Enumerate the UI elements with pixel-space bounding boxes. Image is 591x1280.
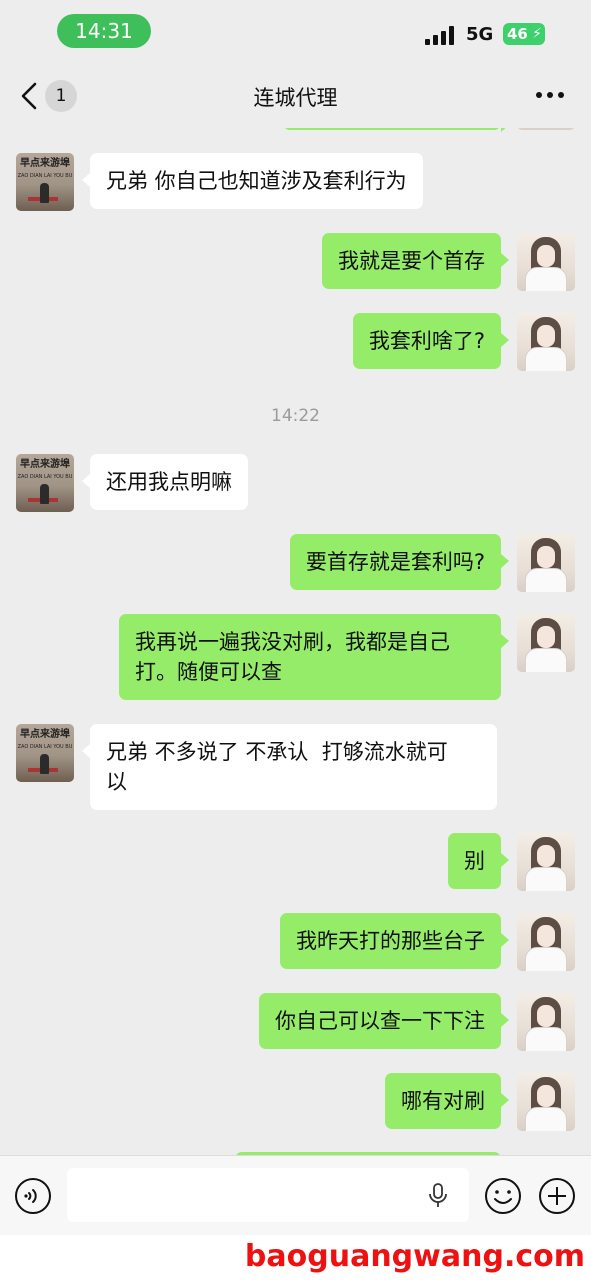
message-bubble[interactable]: 我再说一遍我没对刷，我都是自己 打。随便可以查	[119, 614, 509, 700]
message-bubble[interactable]: 还用我点明嘛	[82, 454, 248, 510]
chat-title: 连城代理	[253, 86, 338, 110]
my-avatar[interactable]	[517, 534, 575, 592]
message-bubble[interactable]: 要首存就是套利吗?	[289, 534, 510, 590]
avatar-sign-subtext: ZAO DIAN LAI YOU BU	[17, 744, 73, 750]
message-input[interactable]	[67, 1168, 469, 1222]
status-bar: 14:31 5G 46 ⚡	[0, 0, 591, 62]
my-avatar[interactable]	[517, 233, 575, 291]
emoji-icon[interactable]	[484, 1177, 522, 1215]
watermark-text: baoguangwang.com	[244, 1239, 585, 1274]
my-avatar[interactable]	[517, 313, 575, 371]
charging-icon: ⚡	[532, 26, 542, 42]
more-dots-icon[interactable]	[536, 92, 566, 100]
mic-icon[interactable]	[428, 1183, 448, 1209]
message-bubble[interactable]: 我套利啥了?	[352, 313, 510, 369]
my-avatar[interactable]	[517, 993, 575, 1051]
plus-icon[interactable]	[538, 1177, 576, 1215]
message-bubble[interactable]: 我昨天打的那些台子	[280, 913, 509, 969]
message-bubble[interactable]: 别	[448, 833, 509, 889]
network-type: 5G	[466, 24, 494, 45]
input-bar	[0, 1155, 591, 1235]
battery-icon: 46 ⚡	[503, 23, 545, 45]
my-avatar[interactable]	[517, 913, 575, 971]
battery-level: 46	[507, 25, 528, 43]
watermark-area: baoguangwang.com	[0, 1235, 591, 1280]
contact-avatar[interactable]: 早点来游埠 ZAO DIAN LAI YOU BU	[16, 153, 74, 211]
my-avatar[interactable]	[517, 128, 575, 130]
avatar-sign-subtext: ZAO DIAN LAI YOU BU	[17, 474, 73, 480]
nav-bar: 1 连城代理	[0, 62, 591, 128]
message-bubble[interactable]: 哪有对刷	[385, 1073, 509, 1129]
message-bubble[interactable]: 兄弟 你自己也知道涉及套利行为	[82, 153, 423, 209]
message-list[interactable]: 早点来游埠 ZAO DIAN LAI YOU BU 兄弟 你自己也知道涉及套利行…	[0, 128, 591, 1155]
chat-screen: 14:31 5G 46 ⚡ 1 连城代理 早点来游埠 ZAO DIAN LAI …	[0, 0, 591, 1280]
my-avatar[interactable]	[517, 833, 575, 891]
message-timestamp: 14:22	[271, 406, 320, 426]
my-avatar[interactable]	[517, 614, 575, 672]
voice-icon[interactable]	[14, 1177, 52, 1215]
avatar-sign-subtext: ZAO DIAN LAI YOU BU	[17, 173, 73, 179]
contact-avatar[interactable]: 早点来游埠 ZAO DIAN LAI YOU BU	[16, 724, 74, 782]
my-avatar[interactable]	[517, 1073, 575, 1131]
status-time: 14:31	[57, 14, 151, 48]
message-bubble[interactable]: 我就是要个首存	[322, 233, 509, 289]
message-bubble-partial	[283, 128, 509, 132]
message-bubble[interactable]: 你自己可以查一下下注	[259, 993, 509, 1049]
contact-avatar[interactable]: 早点来游埠 ZAO DIAN LAI YOU BU	[16, 454, 74, 512]
signal-icon	[425, 25, 457, 45]
message-bubble[interactable]: 兄弟 不多说了 不承认 打够流水就可 以	[82, 724, 497, 810]
